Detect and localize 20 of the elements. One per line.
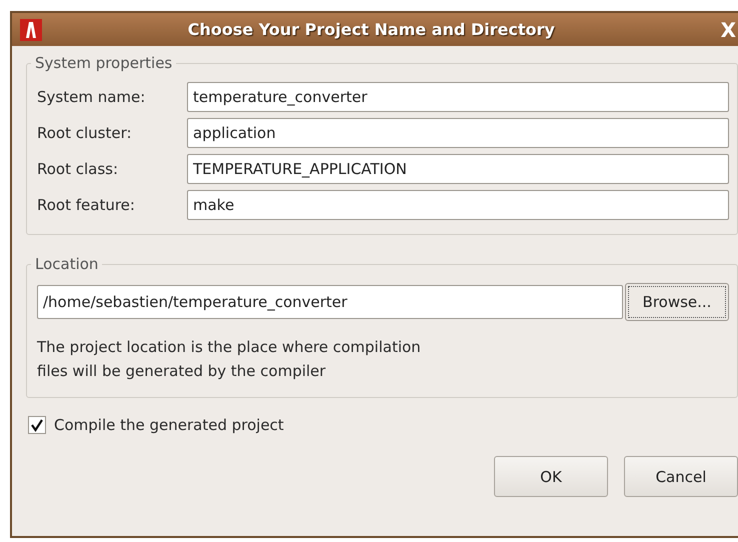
help-text: The project location is the place where compilation files will be generated by the compiler (37, 337, 422, 382)
input-field[interactable]: make (187, 190, 729, 220)
field-label: Root cluster: (37, 124, 133, 142)
window-title: Choose Your Project Name and Directory (186, 20, 556, 39)
input-field[interactable]: TEMPERATURE_APPLICATION (187, 154, 729, 184)
cancel-button[interactable]: Cancel (624, 456, 738, 497)
field-label: System name: (37, 88, 146, 106)
close-button[interactable]: X (720, 18, 736, 42)
group-title: System properties (34, 54, 174, 72)
checkbox[interactable] (28, 416, 46, 434)
field-label: Root class: (37, 160, 120, 178)
app-icon (20, 18, 42, 40)
browse-button[interactable]: Browse... (625, 283, 729, 321)
group-title: Location (34, 255, 100, 273)
input-field[interactable]: temperature_converter (187, 82, 729, 112)
field-label: Root feature: (37, 196, 136, 214)
input-field[interactable]: application (187, 118, 729, 148)
ok-button[interactable]: OK (494, 456, 608, 497)
path-field[interactable]: /home/sebastien/temperature_converter (37, 285, 623, 319)
checkbox-label[interactable]: Compile the generated project (54, 416, 284, 434)
